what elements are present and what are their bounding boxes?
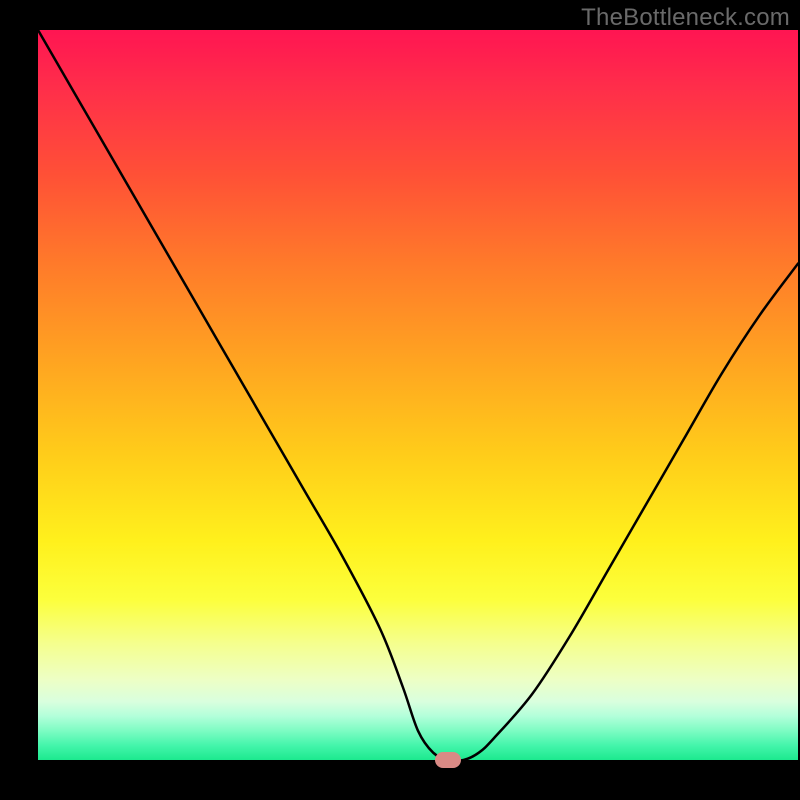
plot-area <box>38 30 798 760</box>
bottleneck-curve <box>38 30 798 760</box>
watermark-text: TheBottleneck.com <box>581 4 790 32</box>
chart-frame: TheBottleneck.com <box>0 0 800 800</box>
minimum-marker <box>435 752 461 768</box>
